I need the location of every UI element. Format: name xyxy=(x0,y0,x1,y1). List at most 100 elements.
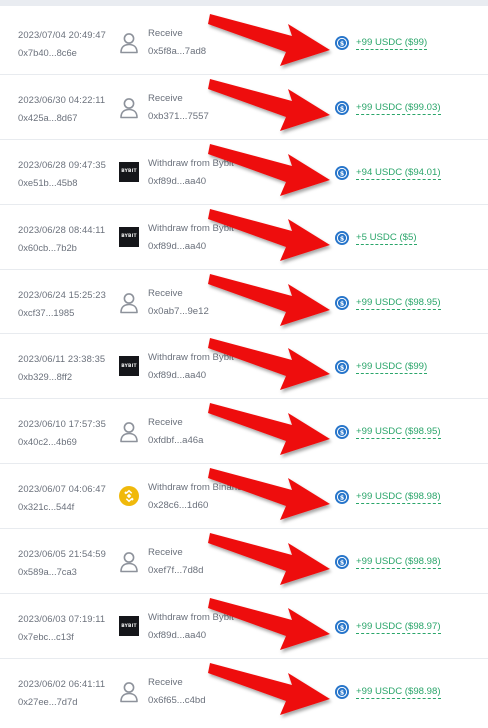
tx-amount[interactable]: +99 USDC ($98.98) xyxy=(356,556,441,570)
svg-text:$: $ xyxy=(340,624,344,631)
counterparty-address-link[interactable]: 0xef7f...7d8d xyxy=(148,565,203,576)
user-icon xyxy=(119,551,139,573)
counterparty-address-link[interactable]: 0xf89d...aa40 xyxy=(148,630,206,641)
counterparty-address-link[interactable]: 0xfdbf...a46a xyxy=(148,435,203,446)
tx-amount[interactable]: +99 USDC ($98.97) xyxy=(356,621,441,635)
tx-date: 2023/06/24 15:25:23 xyxy=(18,288,106,300)
bybit-logo: BYBIT xyxy=(119,356,139,378)
counterparty-address-link[interactable]: 0xb371...7557 xyxy=(148,111,209,122)
transaction-row[interactable]: 2023/06/30 04:22:11 0x425a...8d67 Receive 0… xyxy=(0,75,488,140)
tx-label: Receive xyxy=(148,28,183,39)
bybit-logo-icon: BYBIT xyxy=(119,161,139,182)
tx-amount[interactable]: +99 USDC ($99.03) xyxy=(356,102,441,115)
usdc-token-icon: $ xyxy=(335,425,349,440)
transaction-row[interactable]: 2023/06/11 23:38:35 0xb329...8ff2 BYBIT Wit… xyxy=(0,334,488,400)
svg-text:$: $ xyxy=(340,40,344,47)
usdc-token-icon: $ xyxy=(335,360,349,375)
tx-label: Receive xyxy=(148,92,183,104)
usdc-token-icon: $ xyxy=(335,295,349,310)
tx-date: 2023/07/04 20:49:47 xyxy=(18,29,106,40)
svg-text:$: $ xyxy=(340,495,344,502)
tx-amount[interactable]: +5 USDC ($5) xyxy=(356,232,417,245)
transaction-row[interactable]: 2023/06/28 08:44:11 0x60cb...7b2b BYBIT Wit… xyxy=(0,205,488,270)
tx-amount[interactable]: +94 USDC ($94.01) xyxy=(356,167,441,180)
usdc-token-icon: $ xyxy=(335,555,349,570)
tx-hash-link[interactable]: 0x589a...7ca3 xyxy=(18,566,77,577)
tx-date: 2023/06/02 06:41:11 xyxy=(18,677,106,689)
transaction-row[interactable]: 2023/06/24 15:25:23 0xcf37...1985 Receive 0… xyxy=(0,270,488,335)
tx-date: 2023/06/30 04:22:11 xyxy=(18,93,106,105)
tx-label: Withdraw from Bybit xyxy=(148,157,234,169)
counterparty-address-link[interactable]: 0x6f65...c4bd xyxy=(148,695,206,706)
counterparty-address-link[interactable]: 0x28c6...1d60 xyxy=(148,500,208,511)
user-icon xyxy=(119,421,139,443)
svg-text:$: $ xyxy=(340,560,344,567)
tx-label: Withdraw from Bybit xyxy=(148,612,234,624)
usdc-token-icon: $ xyxy=(335,230,349,245)
usdc-token-icon: $ xyxy=(335,490,349,505)
tx-date: 2023/06/10 17:57:35 xyxy=(18,418,106,430)
tx-hash-link[interactable]: 0x7b40...8c6e xyxy=(18,47,77,58)
tx-date: 2023/06/28 09:47:35 xyxy=(18,158,106,170)
tx-label: Withdraw from Binance xyxy=(148,482,248,494)
tx-hash-link[interactable]: 0x321c...544f xyxy=(18,501,74,512)
tx-hash-link[interactable]: 0xe51b...45b8 xyxy=(18,177,77,188)
tx-amount[interactable]: +99 USDC ($98.95) xyxy=(356,426,441,440)
transaction-row[interactable]: 2023/06/05 21:54:59 0x589a...7ca3 Receive 0… xyxy=(0,529,488,595)
transaction-row[interactable]: 2023/07/04 20:49:47 0x7b40...8c6e Receive 0… xyxy=(0,10,488,75)
tx-label: Withdraw from Bybit xyxy=(148,222,234,234)
counterparty-address-link[interactable]: 0x5f8a...7ad8 xyxy=(148,46,206,57)
counterparty-address-link[interactable]: 0xf89d...aa40 xyxy=(148,176,206,187)
user-icon xyxy=(119,97,139,119)
tx-amount[interactable]: +99 USDC ($99) xyxy=(356,37,428,50)
svg-text:$: $ xyxy=(340,235,344,242)
user-icon xyxy=(119,681,139,703)
bybit-logo: BYBIT xyxy=(119,616,139,638)
tx-amount[interactable]: +99 USDC ($99) xyxy=(356,361,428,375)
usdc-token-icon: $ xyxy=(335,165,349,180)
tx-hash-link[interactable]: 0x425a...8d67 xyxy=(18,112,77,123)
bybit-logo-icon: BYBIT xyxy=(119,616,139,637)
svg-text:$: $ xyxy=(340,430,344,437)
usdc-token-icon: $ xyxy=(335,100,349,115)
top-bar xyxy=(0,0,488,6)
transaction-row[interactable]: 2023/06/03 07:19:11 0x7ebc...c13f BYBIT Wit… xyxy=(0,594,488,659)
tx-hash-link[interactable]: 0x60cb...7b2b xyxy=(18,242,77,253)
tx-amount[interactable]: +99 USDC ($98.98) xyxy=(356,491,441,505)
svg-text:$: $ xyxy=(340,365,344,372)
usdc-token-icon: $ xyxy=(335,620,349,635)
counterparty-address-link[interactable]: 0x0ab7...9e12 xyxy=(148,306,209,317)
tx-date: 2023/06/28 08:44:11 xyxy=(18,223,106,235)
user-icon xyxy=(119,32,139,54)
transaction-row[interactable]: 2023/06/10 17:57:35 0x40c2...4b69 Receive 0… xyxy=(0,399,488,465)
tx-label: Receive xyxy=(148,676,183,688)
tx-hash-link[interactable]: 0x7ebc...c13f xyxy=(18,631,74,642)
tx-label: Receive xyxy=(148,547,183,559)
tx-amount[interactable]: +99 USDC ($98.95) xyxy=(356,297,441,310)
tx-hash-link[interactable]: 0xcf37...1985 xyxy=(18,307,74,318)
bybit-logo: BYBIT xyxy=(119,161,139,184)
bybit-logo-icon: BYBIT xyxy=(119,226,139,247)
svg-text:$: $ xyxy=(340,170,344,177)
tx-hash-link[interactable]: 0x27ee...7d7d xyxy=(18,696,77,707)
binance-logo-icon xyxy=(119,486,139,508)
transaction-row[interactable]: 2023/06/02 06:41:11 0x27ee...7d7d Receive 0… xyxy=(0,659,488,724)
usdc-token-icon: $ xyxy=(335,36,349,50)
tx-hash-link[interactable]: 0x40c2...4b69 xyxy=(18,436,77,447)
transaction-row[interactable]: 2023/06/07 04:06:47 0x321c...544f Withdraw… xyxy=(0,464,488,530)
tx-hash-link[interactable]: 0xb329...8ff2 xyxy=(18,371,72,382)
tx-date: 2023/06/05 21:54:59 xyxy=(18,548,106,560)
tx-date: 2023/06/07 04:06:47 xyxy=(18,483,106,495)
svg-text:$: $ xyxy=(340,105,344,112)
counterparty-address-link[interactable]: 0xf89d...aa40 xyxy=(148,370,206,381)
tx-label: Withdraw from Bybit xyxy=(148,352,234,364)
user-icon xyxy=(119,292,139,314)
usdc-token-icon: $ xyxy=(335,684,349,699)
transaction-list: 2023/07/04 20:49:47 0x7b40...8c6e Receive 0… xyxy=(0,10,488,724)
tx-amount[interactable]: +99 USDC ($98.98) xyxy=(356,686,441,699)
svg-text:$: $ xyxy=(340,300,344,307)
transaction-row[interactable]: 2023/06/28 09:47:35 0xe51b...45b8 BYBIT Wit… xyxy=(0,140,488,205)
counterparty-address-link[interactable]: 0xf89d...aa40 xyxy=(148,241,206,252)
tx-date: 2023/06/11 23:38:35 xyxy=(18,353,106,365)
tx-date: 2023/06/03 07:19:11 xyxy=(18,613,106,625)
